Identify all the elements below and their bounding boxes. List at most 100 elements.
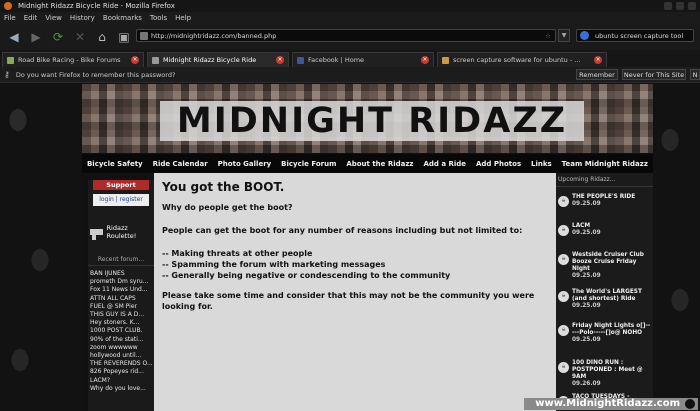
- menu-file[interactable]: File: [4, 14, 16, 22]
- minimize-button[interactable]: [664, 2, 672, 10]
- list-item[interactable]: LACM?: [90, 377, 154, 385]
- url-bar[interactable]: http://midnightridazz.com/banned.php ☆: [136, 29, 556, 42]
- site-logo[interactable]: MIDNIGHT RIDAZZ: [160, 99, 584, 143]
- event-item[interactable]: ☠ Westside Cruiser Club Booze Cruise Fri…: [556, 249, 653, 282]
- reason-item: -- Generally being negative or condescen…: [162, 271, 451, 280]
- list-item[interactable]: FUEL @ SM Pier: [90, 303, 154, 311]
- event-date: 09.25.09: [572, 337, 601, 343]
- menu-help[interactable]: Help: [175, 14, 191, 22]
- tab-midnight-ridazz[interactable]: Midnight Ridazz Bicycle Ride ×: [147, 52, 289, 67]
- tab-favicon-icon: [152, 56, 159, 64]
- event-title: LACM: [572, 223, 591, 229]
- menu-bookmarks[interactable]: Bookmarks: [103, 14, 142, 22]
- event-item[interactable]: ☠ 100 DINO RUN : POSTPONED : Meet @ 9AM …: [556, 357, 653, 387]
- menu-tools[interactable]: Tools: [150, 14, 167, 22]
- event-title: The World's LARGEST (and shortest) Ride: [572, 289, 642, 302]
- navigation-toolbar: ◀ ▶ ⟳ ✕ ⌂ ▣ http://midnightridazz.com/ba…: [0, 24, 700, 50]
- list-item[interactable]: 90% of the stati...: [90, 336, 154, 344]
- upcoming-header: Upcoming Ridazz...: [556, 173, 653, 187]
- event-item[interactable]: ☠ Friday Night Lights o[]-----Polo-----[…: [556, 320, 653, 353]
- remember-button[interactable]: Remember: [576, 69, 618, 80]
- watermark-text: www.MidnightRidazz.com: [535, 398, 680, 409]
- question-text: Why do people get the boot?: [162, 203, 293, 212]
- key-icon: ⚷: [4, 70, 10, 79]
- recent-forum-list: BAN IJUNES prometh Dm syru... Fox 11 New…: [88, 270, 154, 393]
- event-item[interactable]: ☠ The World's LARGEST (and shortest) Rid…: [556, 286, 653, 316]
- close-tab-icon[interactable]: ×: [131, 56, 139, 64]
- site-navigation: Bicycle Safety Ride Calendar Photo Galle…: [82, 154, 653, 173]
- tab-favicon-icon: [7, 56, 14, 64]
- nav-links[interactable]: Links: [531, 160, 552, 168]
- window-title: Midnight Ridazz Bicycle Ride - Mozilla F…: [18, 2, 175, 10]
- list-item[interactable]: Why do you love...: [90, 385, 154, 393]
- google-icon[interactable]: [580, 31, 589, 40]
- close-tab-icon[interactable]: ×: [421, 56, 429, 64]
- site-favicon-icon: [140, 32, 148, 40]
- gun-icon: [90, 229, 103, 240]
- nav-bicycle-safety[interactable]: Bicycle Safety: [87, 160, 143, 168]
- list-item[interactable]: THE REVERENDS O...: [90, 360, 154, 368]
- skull-icon: ☠: [558, 325, 569, 336]
- skull-icon: ☠: [558, 254, 569, 265]
- nav-photo-gallery[interactable]: Photo Gallery: [218, 160, 272, 168]
- close-window-button[interactable]: [688, 2, 696, 10]
- menu-view[interactable]: View: [45, 14, 62, 22]
- event-item[interactable]: ☠ THE PEOPLE'S RIDE 09.25.09: [556, 191, 653, 216]
- notification-more-button[interactable]: N: [690, 69, 700, 80]
- list-item[interactable]: Fox 11 News Und...: [90, 286, 154, 294]
- tab-favicon-icon: [442, 56, 449, 64]
- list-item[interactable]: BAN IJUNES: [90, 270, 154, 278]
- bookmark-avatar-icon[interactable]: ▣: [116, 29, 132, 45]
- search-input[interactable]: ubuntu screen capture tool: [576, 29, 694, 42]
- nav-add-ride[interactable]: Add a Ride: [423, 160, 466, 168]
- reload-icon[interactable]: ⟳: [50, 29, 66, 45]
- skull-icon: [685, 399, 695, 409]
- close-tab-icon[interactable]: ×: [276, 56, 284, 64]
- list-item[interactable]: prometh Dm syru...: [90, 278, 154, 286]
- password-notification-bar: ⚷ Do you want Firefox to remember this p…: [0, 67, 700, 83]
- list-item[interactable]: hollywood until...: [90, 352, 154, 360]
- list-item[interactable]: Hey stoners. K...: [90, 319, 154, 327]
- nav-bicycle-forum[interactable]: Bicycle Forum: [281, 160, 336, 168]
- nav-team-midnight-ridazz[interactable]: Team Midnight Ridazz: [562, 160, 648, 168]
- bookmark-star-icon[interactable]: ☆: [545, 32, 551, 40]
- list-item[interactable]: zoom wwwwww: [90, 344, 154, 352]
- nav-add-photos[interactable]: Add Photos: [476, 160, 521, 168]
- back-arrow-icon[interactable]: ◀: [6, 29, 22, 45]
- home-icon[interactable]: ⌂: [94, 29, 110, 45]
- nav-ride-calendar[interactable]: Ride Calendar: [153, 160, 208, 168]
- menu-edit[interactable]: Edit: [24, 14, 38, 22]
- login-register-link[interactable]: login | register: [93, 194, 149, 206]
- list-item[interactable]: THIS GUY IS A D...: [90, 311, 154, 319]
- skull-icon: ☠: [558, 196, 569, 207]
- right-sidebar: Upcoming Ridazz... ☠ THE PEOPLE'S RIDE 0…: [556, 173, 653, 411]
- nav-about-ridazz[interactable]: About the Ridazz: [346, 160, 413, 168]
- url-dropdown-icon[interactable]: ▼: [558, 29, 570, 42]
- event-date: 09.25.09: [572, 303, 601, 309]
- tab-facebook[interactable]: Facebook | Home ×: [292, 52, 434, 67]
- forward-arrow-icon[interactable]: ▶: [28, 29, 44, 45]
- tab-bar: Road Bike Racing - Bike Forums × Midnigh…: [0, 50, 700, 67]
- tab-label: Midnight Ridazz Bicycle Ride: [163, 56, 257, 64]
- maximize-button[interactable]: [676, 2, 684, 10]
- stop-icon[interactable]: ✕: [72, 29, 88, 45]
- tab-screen-capture[interactable]: screen capture software for ubuntu - ...…: [437, 52, 607, 67]
- tab-road-bike[interactable]: Road Bike Racing - Bike Forums ×: [2, 52, 144, 67]
- event-title: Friday Night Lights o[]-----Polo-----[]o…: [572, 323, 651, 336]
- window-titlebar: Midnight Ridazz Bicycle Ride - Mozilla F…: [0, 0, 700, 12]
- event-date: 09.25.09: [572, 273, 601, 279]
- never-for-site-button[interactable]: Never for This Site: [622, 69, 686, 80]
- event-title: Westside Cruiser Club Booze Cruise Frida…: [572, 252, 644, 272]
- skull-icon: ☠: [558, 225, 569, 236]
- event-item[interactable]: ☠ LACM 09.25.09: [556, 220, 653, 245]
- list-item[interactable]: ATTN ALL CAPS: [90, 295, 154, 303]
- ridazz-roulette-link[interactable]: Ridazz Roulette!: [88, 224, 154, 240]
- menu-history[interactable]: History: [70, 14, 95, 22]
- event-date: 09.26.09: [572, 381, 601, 387]
- list-item[interactable]: 826 Popeyes rid...: [90, 368, 154, 376]
- notification-text: Do you want Firefox to remember this pas…: [15, 70, 176, 79]
- skull-icon: ☠: [558, 362, 569, 373]
- list-item[interactable]: 1000 POST CLUB.: [90, 327, 154, 335]
- tab-label: Road Bike Racing - Bike Forums: [18, 56, 121, 64]
- close-tab-icon[interactable]: ×: [594, 56, 602, 64]
